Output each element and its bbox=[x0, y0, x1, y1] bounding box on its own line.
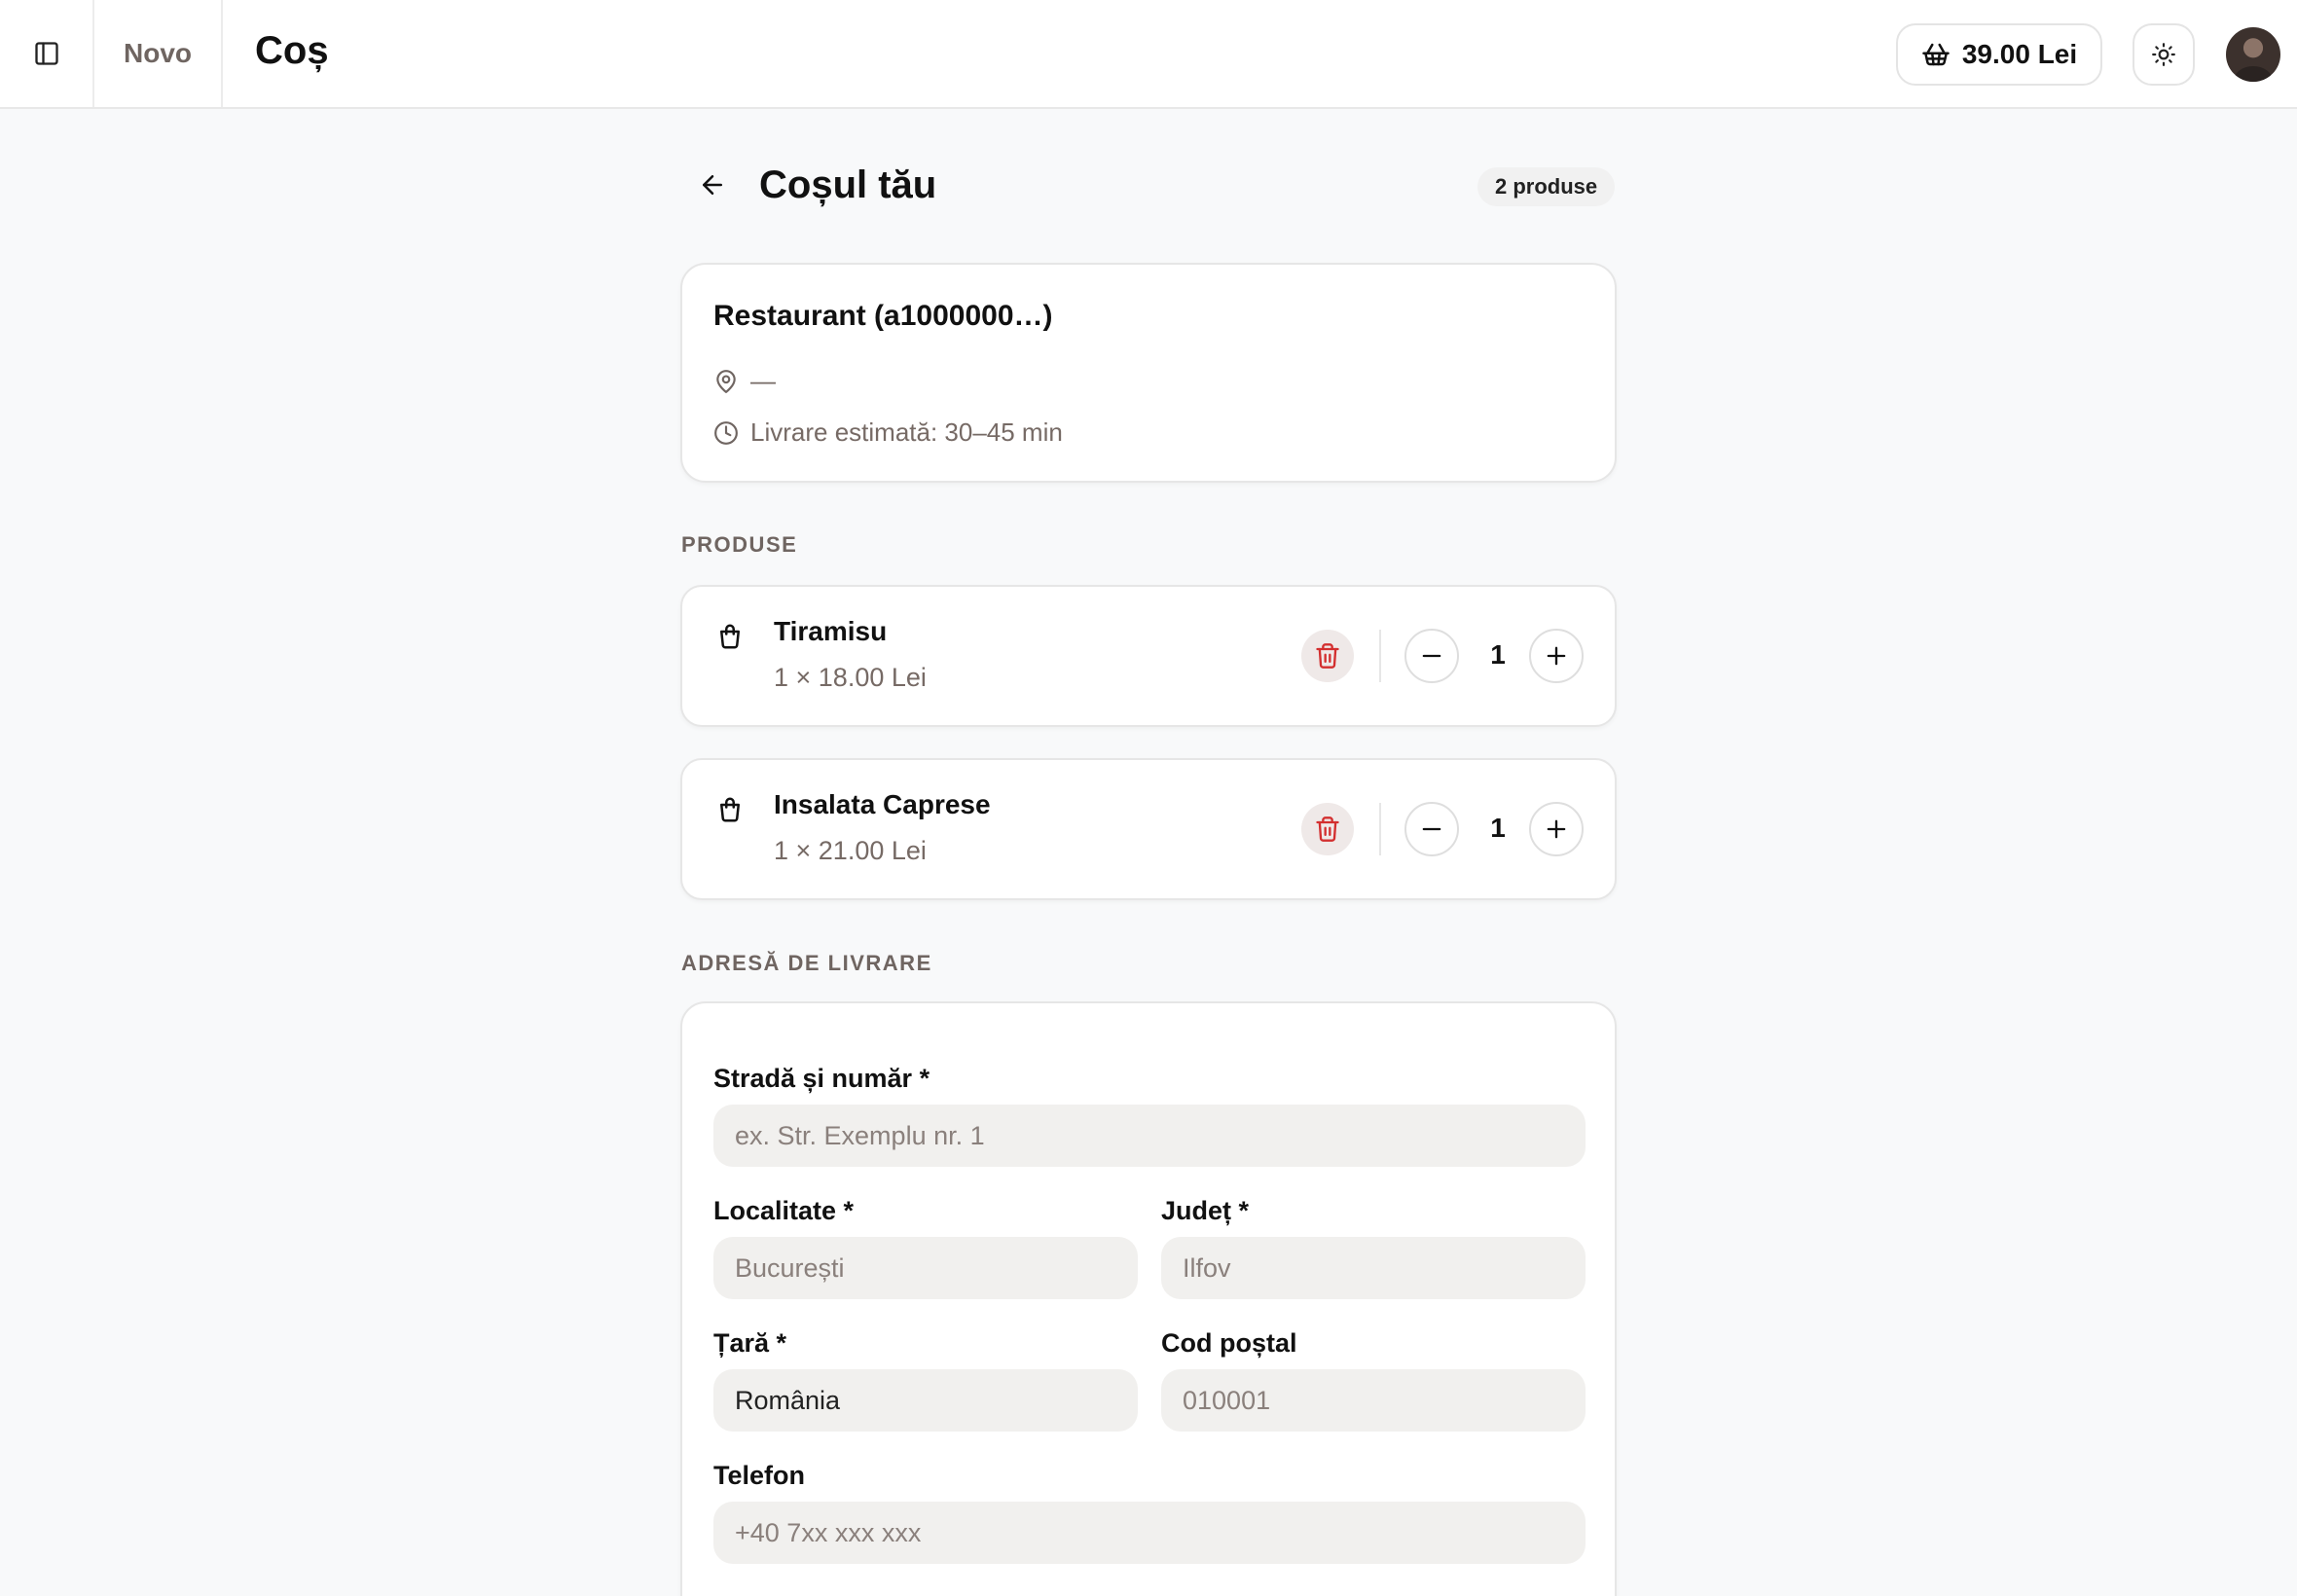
county-input[interactable] bbox=[1161, 1237, 1586, 1299]
increase-quantity-button[interactable] bbox=[1529, 802, 1584, 856]
arrow-left-icon bbox=[703, 175, 722, 195]
shopping-basket-icon bbox=[1922, 43, 1950, 66]
clock-icon bbox=[714, 420, 738, 445]
increase-quantity-button[interactable] bbox=[1529, 629, 1584, 683]
divider bbox=[1379, 630, 1381, 682]
address-section-label: ADRESĂ DE LIVRARE bbox=[681, 951, 932, 975]
plus-icon bbox=[1547, 646, 1566, 666]
sun-icon bbox=[2152, 43, 2175, 66]
plus-icon bbox=[1547, 819, 1566, 839]
shopping-bag-icon bbox=[720, 797, 740, 822]
postal-code-label: Cod poștal bbox=[1161, 1328, 1297, 1358]
sidebar-panel-icon bbox=[34, 42, 58, 65]
divider bbox=[1379, 803, 1381, 855]
brand-name: Novo bbox=[124, 38, 192, 68]
minus-icon bbox=[1422, 827, 1441, 831]
cart-item: Insalata Caprese 1 × 21.00 Lei 1 bbox=[680, 758, 1617, 900]
postal-code-input[interactable] bbox=[1161, 1369, 1586, 1432]
cart-total-button[interactable]: 39.00 Lei bbox=[1896, 23, 2102, 86]
remove-item-button[interactable] bbox=[1301, 630, 1354, 682]
restaurant-name: Restaurant (a1000000…) bbox=[713, 300, 1053, 332]
decrease-quantity-button[interactable] bbox=[1404, 802, 1459, 856]
back-button[interactable] bbox=[695, 167, 730, 202]
cart-item-name: Insalata Caprese bbox=[774, 789, 991, 819]
delivery-eta: Livrare estimată: 30–45 min bbox=[750, 417, 1063, 447]
quantity-value: 1 bbox=[1490, 813, 1506, 843]
restaurant-card: Restaurant (a1000000…) — Livrare estimat… bbox=[680, 263, 1617, 483]
theme-toggle-button[interactable] bbox=[2133, 23, 2195, 86]
county-label: Județ * bbox=[1161, 1196, 1250, 1225]
phone-input[interactable] bbox=[713, 1502, 1586, 1564]
street-label: Stradă și număr * bbox=[713, 1064, 930, 1093]
city-label: Localitate * bbox=[713, 1196, 855, 1225]
remove-item-button[interactable] bbox=[1301, 803, 1354, 855]
restaurant-address-row: — bbox=[713, 366, 776, 396]
brand-cell[interactable]: Novo bbox=[94, 0, 223, 107]
cart-item-price: 1 × 18.00 Lei bbox=[774, 663, 927, 692]
cart-total-amount: 39.00 Lei bbox=[1961, 39, 2078, 69]
product-count-badge: 2 produse bbox=[1477, 167, 1616, 206]
sidebar-toggle-button[interactable] bbox=[0, 0, 94, 107]
quantity-value: 1 bbox=[1490, 639, 1506, 670]
cart-item-price: 1 × 21.00 Lei bbox=[774, 836, 927, 865]
address-form-card: Stradă și număr * Localitate * Județ * Ț… bbox=[680, 1001, 1617, 1596]
cart-item-name: Tiramisu bbox=[774, 616, 888, 646]
restaurant-address: — bbox=[750, 366, 776, 395]
country-input[interactable] bbox=[713, 1369, 1138, 1432]
trash-icon bbox=[1316, 816, 1339, 842]
minus-icon bbox=[1422, 654, 1441, 658]
cart-item: Tiramisu 1 × 18.00 Lei 1 bbox=[680, 585, 1617, 727]
country-label: Țară * bbox=[713, 1328, 787, 1358]
map-pin-icon bbox=[716, 369, 736, 393]
delivery-eta-row: Livrare estimată: 30–45 min bbox=[713, 417, 1063, 448]
trash-icon bbox=[1316, 643, 1339, 669]
top-bar: Novo Coș 39.00 Lei bbox=[0, 0, 2297, 109]
street-input[interactable] bbox=[713, 1105, 1586, 1167]
cart-heading: Coșul tău bbox=[759, 163, 937, 206]
page-title: Coș bbox=[255, 29, 329, 72]
user-avatar[interactable] bbox=[2226, 27, 2280, 82]
products-section-label: PRODUSE bbox=[681, 532, 798, 557]
phone-label: Telefon bbox=[713, 1461, 805, 1490]
city-input[interactable] bbox=[713, 1237, 1138, 1299]
decrease-quantity-button[interactable] bbox=[1404, 629, 1459, 683]
shopping-bag-icon bbox=[720, 624, 740, 649]
